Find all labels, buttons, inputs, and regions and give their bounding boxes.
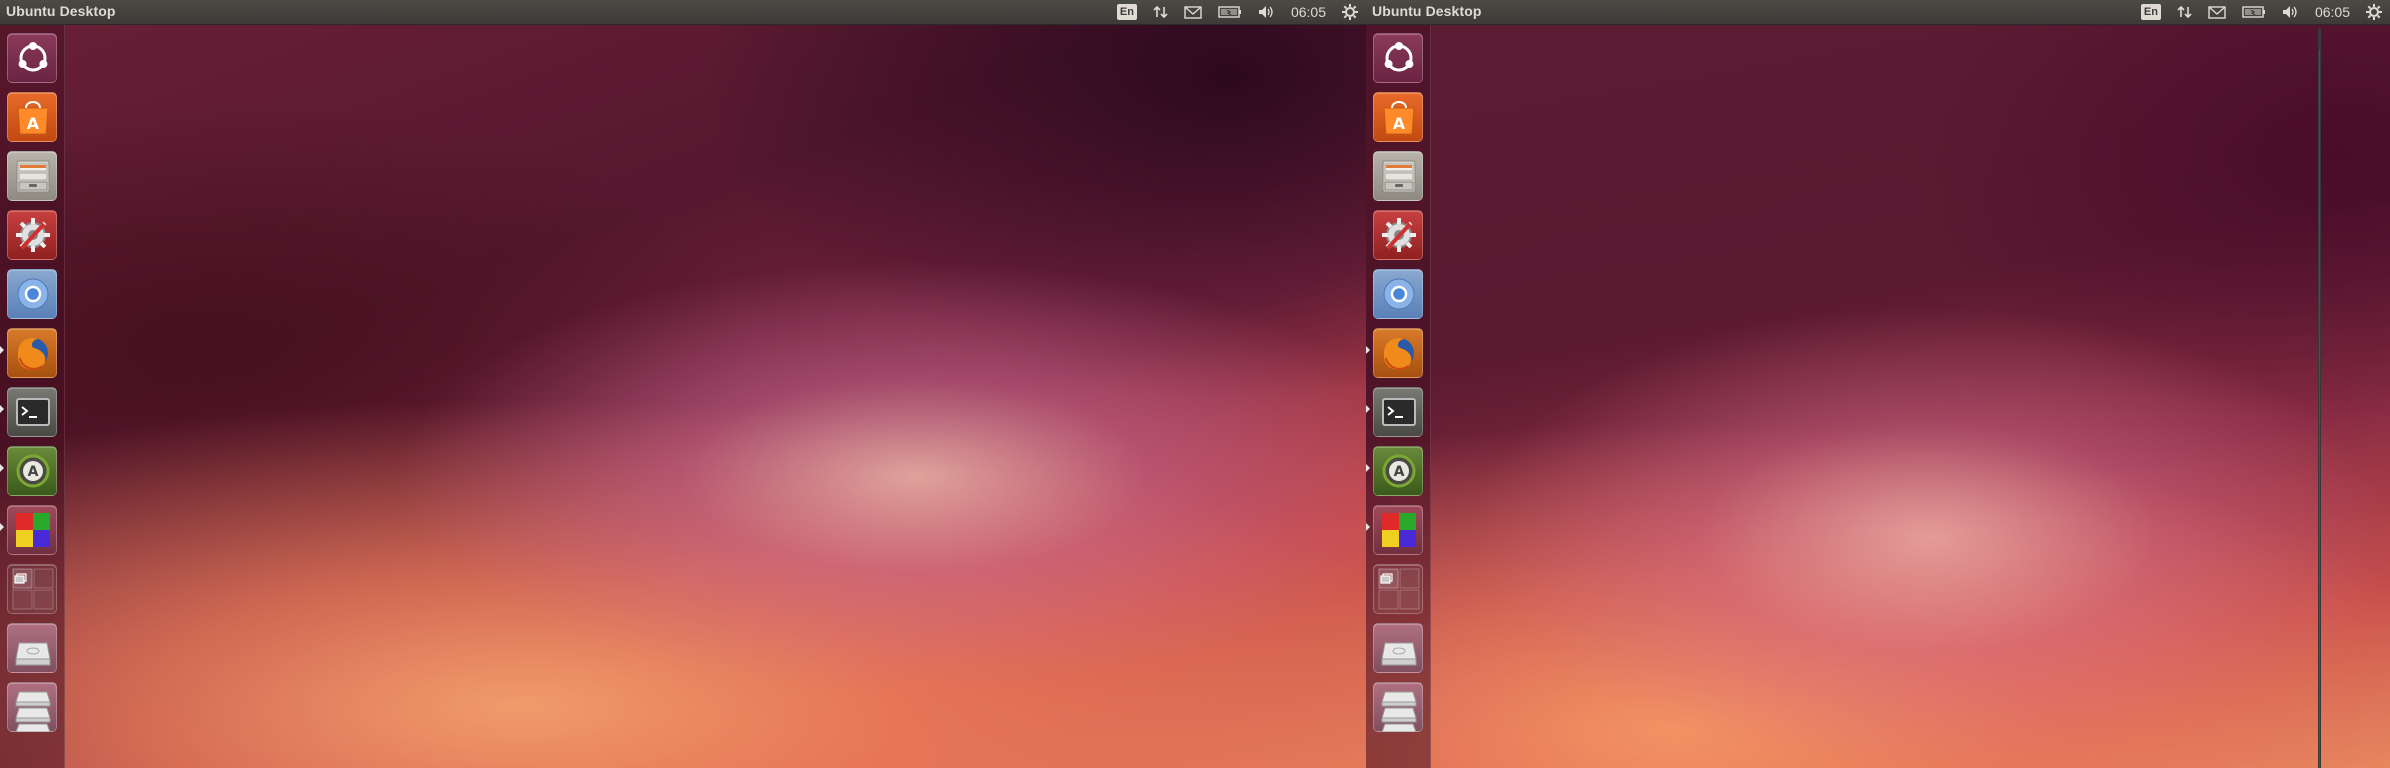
chromium-icon	[16, 277, 50, 311]
running-indicator	[1366, 523, 1370, 531]
keyboard-layout-indicator[interactable]: En	[1116, 4, 1137, 20]
indicator-area: En 06:05	[2140, 0, 2382, 24]
launcher-removable-drives[interactable]	[7, 682, 57, 732]
clock[interactable]: 06:05	[1291, 4, 1326, 20]
panel-title: Ubuntu Desktop	[6, 3, 116, 19]
launcher-software-center[interactable]	[7, 92, 57, 142]
launcher-dash[interactable]	[7, 33, 57, 83]
launcher-files[interactable]	[1373, 151, 1423, 201]
launcher-system-settings[interactable]	[7, 210, 57, 260]
launcher	[0, 25, 65, 768]
panel-title: Ubuntu Desktop	[1372, 3, 1482, 19]
window-edge[interactable]	[2318, 50, 2321, 768]
launcher-workspace-switcher[interactable]	[1373, 564, 1423, 614]
launcher-system-settings[interactable]	[1373, 210, 1423, 260]
monitor-right: Ubuntu Desktop En 06:05	[1366, 0, 2390, 768]
messaging-icon[interactable]	[1184, 5, 1202, 19]
ubuntu-logo-icon	[17, 40, 49, 72]
desktop-wallpaper[interactable]	[0, 0, 1366, 768]
running-indicator	[0, 346, 4, 354]
top-panel: Ubuntu Desktop En 06:05	[1366, 0, 2390, 25]
running-indicator	[1366, 405, 1370, 413]
hard-drive-icon	[1381, 642, 1417, 666]
color-blocks-icon	[16, 513, 50, 547]
keyboard-layout-indicator[interactable]: En	[2140, 4, 2161, 20]
running-indicator	[0, 523, 4, 531]
indicator-area: En 06:05	[1116, 0, 1358, 24]
window-edge-top	[2318, 28, 2321, 50]
running-indicator	[0, 405, 4, 413]
file-cabinet-icon	[1382, 160, 1416, 193]
launcher-dash[interactable]	[1373, 33, 1423, 83]
launcher-software-updater[interactable]	[7, 446, 57, 496]
removable-drives-icon	[1381, 691, 1417, 732]
launcher-drive[interactable]	[1373, 623, 1423, 673]
ubuntu-software-center-icon	[1383, 101, 1415, 135]
launcher-workspace-switcher[interactable]	[7, 564, 57, 614]
battery-icon[interactable]	[2242, 5, 2266, 19]
terminal-icon	[16, 398, 50, 426]
volume-icon[interactable]	[2282, 5, 2299, 19]
launcher-chromium[interactable]	[1373, 269, 1423, 319]
system-settings-icon	[1380, 216, 1418, 254]
top-panel: Ubuntu Desktop En 06:05	[0, 0, 1366, 25]
workspace-switcher-icon	[12, 568, 54, 610]
launcher-drive[interactable]	[7, 623, 57, 673]
running-indicator	[1366, 346, 1370, 354]
color-blocks-icon	[1382, 513, 1416, 547]
hard-drive-icon	[15, 642, 51, 666]
software-updater-icon	[1382, 454, 1416, 488]
launcher-firefox[interactable]	[7, 328, 57, 378]
workspace-switcher-icon	[1378, 568, 1420, 610]
monitor-left: Ubuntu Desktop En 06:05	[0, 0, 1366, 768]
chromium-icon	[1382, 277, 1416, 311]
session-gear-icon[interactable]	[1342, 4, 1358, 20]
terminal-icon	[1382, 398, 1416, 426]
launcher-removable-drives[interactable]	[1373, 682, 1423, 732]
ubuntu-logo-icon	[1383, 40, 1415, 72]
firefox-icon	[17, 337, 49, 371]
desktop-wallpaper[interactable]	[1366, 0, 2390, 768]
firefox-icon	[1383, 337, 1415, 371]
software-updater-icon	[16, 454, 50, 488]
file-cabinet-icon	[16, 160, 50, 193]
network-icon[interactable]	[1153, 5, 1168, 19]
launcher-files[interactable]	[7, 151, 57, 201]
running-indicator	[0, 464, 4, 472]
launcher-software-updater[interactable]	[1373, 446, 1423, 496]
launcher	[1366, 25, 1431, 768]
launcher-color-app[interactable]	[1373, 505, 1423, 555]
network-icon[interactable]	[2177, 5, 2192, 19]
launcher-software-center[interactable]	[1373, 92, 1423, 142]
battery-icon[interactable]	[1218, 5, 1242, 19]
system-settings-icon	[14, 216, 52, 254]
clock[interactable]: 06:05	[2315, 4, 2350, 20]
volume-icon[interactable]	[1258, 5, 1275, 19]
running-indicator	[1366, 464, 1370, 472]
messaging-icon[interactable]	[2208, 5, 2226, 19]
launcher-terminal[interactable]	[1373, 387, 1423, 437]
launcher-firefox[interactable]	[1373, 328, 1423, 378]
launcher-color-app[interactable]	[7, 505, 57, 555]
removable-drives-icon	[15, 691, 51, 732]
launcher-terminal[interactable]	[7, 387, 57, 437]
ubuntu-software-center-icon	[17, 101, 49, 135]
launcher-chromium[interactable]	[7, 269, 57, 319]
session-gear-icon[interactable]	[2366, 4, 2382, 20]
